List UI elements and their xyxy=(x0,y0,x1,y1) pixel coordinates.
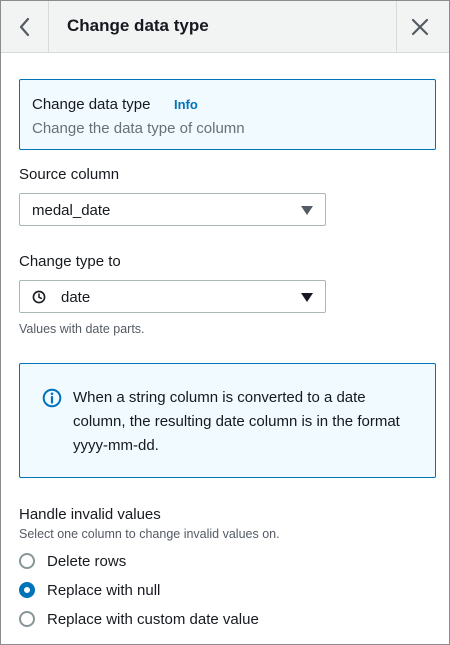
clock-icon xyxy=(32,290,46,309)
back-button[interactable] xyxy=(9,11,41,43)
radio-button-selected[interactable] xyxy=(19,582,35,598)
close-button[interactable] xyxy=(403,11,437,43)
radio-replace-with-custom-date[interactable]: Replace with custom date value xyxy=(19,608,259,630)
change-type-value: date xyxy=(61,289,91,306)
radio-button[interactable] xyxy=(19,611,35,627)
source-column-label: Source column xyxy=(19,166,120,183)
radio-button[interactable] xyxy=(19,553,35,569)
info-link[interactable]: Info xyxy=(174,97,198,112)
header-divider xyxy=(396,1,397,53)
step-info-box: Change data type Info Change the data ty… xyxy=(19,79,436,150)
caret-down-icon xyxy=(301,206,313,215)
info-circle-icon xyxy=(42,388,62,413)
radio-label: Delete rows xyxy=(47,552,127,570)
panel-header: Change data type xyxy=(1,1,449,53)
invalid-values-title: Handle invalid values xyxy=(19,506,161,523)
close-icon xyxy=(411,18,429,36)
alert-text: When a string column is converted to a d… xyxy=(73,389,400,454)
radio-delete-rows[interactable]: Delete rows xyxy=(19,550,126,572)
date-format-alert: When a string column is converted to a d… xyxy=(19,363,436,478)
step-title: Change data type xyxy=(32,96,151,113)
source-column-value: medal_date xyxy=(32,202,111,219)
panel-title: Change data type xyxy=(67,16,209,35)
change-type-select[interactable]: date xyxy=(19,280,326,313)
invalid-values-description: Select one column to change invalid valu… xyxy=(19,527,280,541)
change-type-label: Change type to xyxy=(19,253,121,270)
header-divider xyxy=(48,1,49,53)
chevron-left-icon xyxy=(19,17,30,37)
step-description: Change the data type of column xyxy=(32,120,245,137)
source-column-select[interactable]: medal_date xyxy=(19,193,326,226)
radio-label: Replace with custom date value xyxy=(47,610,259,628)
change-type-hint: Values with date parts. xyxy=(19,322,145,336)
radio-replace-with-null[interactable]: Replace with null xyxy=(19,579,160,601)
caret-down-icon xyxy=(301,293,313,302)
radio-label: Replace with null xyxy=(47,581,161,599)
panel: Change data type Change data type Info C… xyxy=(0,0,450,645)
